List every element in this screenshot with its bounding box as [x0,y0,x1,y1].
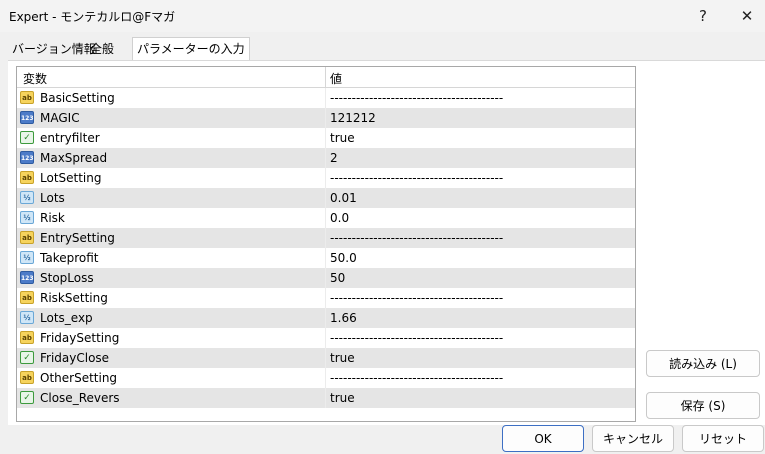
column-divider[interactable] [325,67,326,87]
integer-type-icon: 123 [20,151,34,164]
cell-divider [325,108,326,128]
parameter-row[interactable]: ½ Lots_exp 1.66 [17,308,635,328]
reset-button[interactable]: リセット [682,425,764,452]
cell-divider [325,368,326,388]
cell-divider [325,228,326,248]
cell-divider [325,388,326,408]
cell-divider [325,88,326,108]
parameter-row[interactable]: ab LotSetting ----------------------------… [17,168,635,188]
boolean-type-icon: ✓ [20,351,34,364]
integer-type-icon: 123 [20,271,34,284]
parameter-value[interactable]: 2 [330,151,338,165]
window-title: Expert - モンテカルロ@Fマガ [9,8,175,25]
parameter-row[interactable]: ½ Takeprofit 50.0 [17,248,635,268]
parameter-row[interactable]: ab RiskSetting ---------------------------… [17,288,635,308]
parameter-name: LotSetting [40,171,102,185]
title-bar: Expert - モンテカルロ@Fマガ ? ✕ [0,0,765,32]
ok-button[interactable]: OK [502,425,584,452]
parameter-value[interactable]: true [330,391,355,405]
parameter-value[interactable]: ---------------------------------------- [330,91,503,105]
cell-divider [325,268,326,288]
close-button[interactable]: ✕ [727,4,765,28]
double-type-icon: ½ [20,251,34,264]
parameter-row[interactable]: ½ Lots 0.01 [17,188,635,208]
integer-type-icon: 123 [20,111,34,124]
parameter-name: MaxSpread [40,151,107,165]
parameter-name: entryfilter [40,131,100,145]
string-type-icon: ab [20,331,34,344]
string-type-icon: ab [20,371,34,384]
cell-divider [325,208,326,228]
parameter-row[interactable]: ab FridaySetting -------------------------… [17,328,635,348]
parameter-name: FridaySetting [40,331,119,345]
parameter-value[interactable]: 1.66 [330,311,357,325]
parameter-row[interactable]: ✓ FridayClose true [17,348,635,368]
string-type-icon: ab [20,291,34,304]
cell-divider [325,348,326,368]
cell-divider [325,168,326,188]
parameter-row[interactable]: ½ Risk 0.0 [17,208,635,228]
parameter-value[interactable]: 0.0 [330,211,349,225]
boolean-type-icon: ✓ [20,391,34,404]
string-type-icon: ab [20,171,34,184]
boolean-type-icon: ✓ [20,131,34,144]
parameter-row[interactable]: ✓ entryfilter true [17,128,635,148]
parameter-name: RiskSetting [40,291,108,305]
parameter-name: EntrySetting [40,231,115,245]
string-type-icon: ab [20,91,34,104]
cell-divider [325,328,326,348]
double-type-icon: ½ [20,211,34,224]
cell-divider [325,128,326,148]
save-button[interactable]: 保存 (S) [646,392,760,419]
parameter-value[interactable]: 50.0 [330,251,357,265]
parameter-name: Risk [40,211,65,225]
parameter-name: MAGIC [40,111,80,125]
parameter-name: OtherSetting [40,371,117,385]
string-type-icon: ab [20,231,34,244]
parameter-row[interactable]: 123 MAGIC 121212 [17,108,635,128]
parameter-row[interactable]: ab BasicSetting --------------------------… [17,88,635,108]
parameter-name: Lots [40,191,65,205]
grid-header: 変数 値 [17,67,635,88]
parameter-value[interactable]: 50 [330,271,345,285]
cell-divider [325,288,326,308]
cell-divider [325,148,326,168]
column-header-value[interactable]: 値 [330,70,342,87]
parameter-value[interactable]: true [330,351,355,365]
column-header-variable[interactable]: 変数 [23,70,47,87]
cell-divider [325,248,326,268]
parameter-value[interactable]: 121212 [330,111,376,125]
parameter-row[interactable]: ab OtherSetting --------------------------… [17,368,635,388]
parameter-value[interactable]: ---------------------------------------- [330,291,503,305]
parameter-value[interactable]: true [330,131,355,145]
parameter-row[interactable]: 123 StopLoss 50 [17,268,635,288]
parameter-name: StopLoss [40,271,94,285]
double-type-icon: ½ [20,191,34,204]
parameter-value[interactable]: ---------------------------------------- [330,371,503,385]
parameter-name: Close_Revers [40,391,120,405]
parameter-row[interactable]: 123 MaxSpread 2 [17,148,635,168]
cancel-button[interactable]: キャンセル [592,425,674,452]
parameter-name: FridayClose [40,351,109,365]
parameter-row[interactable]: ab EntrySetting --------------------------… [17,228,635,248]
help-button[interactable]: ? [683,4,723,28]
parameter-name: Lots_exp [40,311,93,325]
parameter-value[interactable]: ---------------------------------------- [330,231,503,245]
parameter-value[interactable]: 0.01 [330,191,357,205]
cell-divider [325,188,326,208]
load-button[interactable]: 読み込み (L) [646,350,760,377]
parameter-value[interactable]: ---------------------------------------- [330,331,503,345]
parameter-value[interactable]: ---------------------------------------- [330,171,503,185]
tab-general[interactable]: 全般 [86,38,118,60]
parameter-name: Takeprofit [40,251,99,265]
parameters-grid: 変数 値 ab BasicSetting ---------------------… [16,66,636,422]
cell-divider [325,308,326,328]
parameter-name: BasicSetting [40,91,115,105]
parameter-row[interactable]: ✓ Close_Revers true [17,388,635,408]
tab-input-parameters[interactable]: パラメーターの入力 [132,37,250,61]
double-type-icon: ½ [20,311,34,324]
